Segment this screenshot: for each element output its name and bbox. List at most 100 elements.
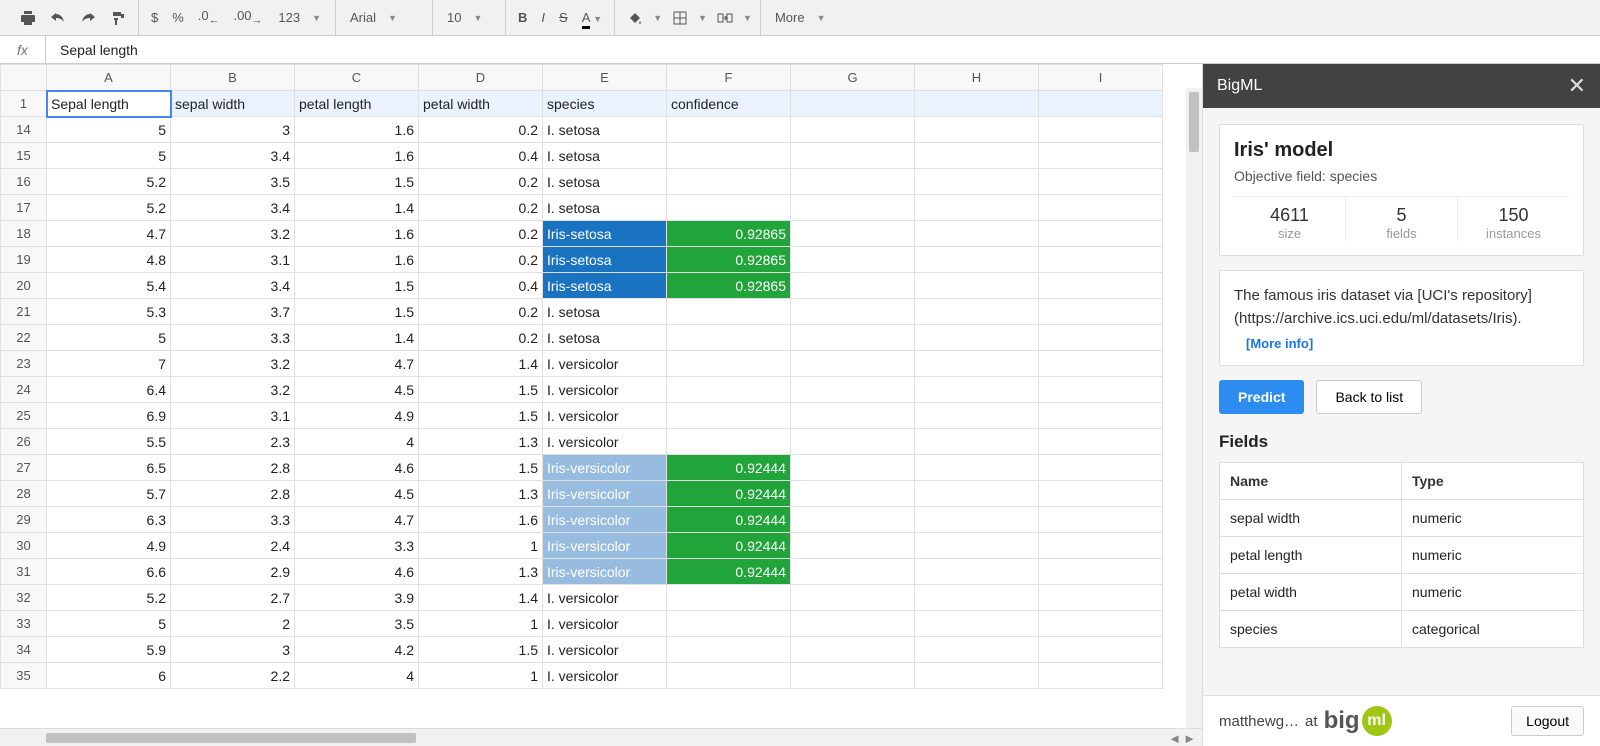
fill-color-icon[interactable] bbox=[623, 6, 647, 30]
row-header[interactable]: 14 bbox=[1, 117, 47, 143]
cell[interactable]: 0.2 bbox=[419, 325, 543, 351]
cell[interactable] bbox=[1039, 117, 1163, 143]
cell[interactable] bbox=[1039, 533, 1163, 559]
italic-button[interactable]: I bbox=[537, 10, 549, 25]
cell[interactable]: 2.2 bbox=[171, 663, 295, 689]
cell[interactable] bbox=[667, 585, 791, 611]
cell[interactable]: 2.9 bbox=[171, 559, 295, 585]
cell[interactable]: 1 bbox=[419, 533, 543, 559]
cell[interactable]: 0.92865 bbox=[667, 221, 791, 247]
cell[interactable]: 5.2 bbox=[47, 585, 171, 611]
row-header[interactable]: 20 bbox=[1, 273, 47, 299]
print-icon[interactable] bbox=[16, 6, 40, 30]
row-header[interactable]: 35 bbox=[1, 663, 47, 689]
row-header[interactable]: 1 bbox=[1, 91, 47, 117]
cell[interactable] bbox=[915, 195, 1039, 221]
column-header[interactable]: C bbox=[295, 65, 419, 91]
column-header[interactable]: F bbox=[667, 65, 791, 91]
back-to-list-button[interactable]: Back to list bbox=[1316, 380, 1422, 414]
percent-format[interactable]: % bbox=[168, 10, 188, 25]
row-header[interactable]: 32 bbox=[1, 585, 47, 611]
cell[interactable] bbox=[915, 299, 1039, 325]
cell[interactable]: 3.3 bbox=[295, 533, 419, 559]
cell[interactable]: 3.1 bbox=[171, 403, 295, 429]
cell[interactable] bbox=[791, 351, 915, 377]
cell[interactable] bbox=[1039, 221, 1163, 247]
cell[interactable]: 1.5 bbox=[295, 169, 419, 195]
cell[interactable] bbox=[915, 507, 1039, 533]
cell[interactable] bbox=[1039, 273, 1163, 299]
cell[interactable] bbox=[791, 377, 915, 403]
cell[interactable]: 6.6 bbox=[47, 559, 171, 585]
cell[interactable] bbox=[915, 143, 1039, 169]
cell[interactable]: 5 bbox=[47, 143, 171, 169]
cell[interactable] bbox=[667, 611, 791, 637]
cell[interactable]: 6.4 bbox=[47, 377, 171, 403]
cell[interactable]: 5 bbox=[47, 117, 171, 143]
cell[interactable]: 4.5 bbox=[295, 377, 419, 403]
cell[interactable]: 0.4 bbox=[419, 143, 543, 169]
cell[interactable]: 1.5 bbox=[419, 403, 543, 429]
merge-cells-icon[interactable] bbox=[713, 6, 737, 30]
cell[interactable]: 5.4 bbox=[47, 273, 171, 299]
cell[interactable] bbox=[791, 455, 915, 481]
row-header[interactable]: 25 bbox=[1, 403, 47, 429]
cell[interactable]: I. versicolor bbox=[543, 351, 667, 377]
cell[interactable] bbox=[1039, 663, 1163, 689]
cell[interactable] bbox=[667, 637, 791, 663]
cell[interactable]: 4.9 bbox=[47, 533, 171, 559]
cell[interactable] bbox=[791, 299, 915, 325]
cell[interactable]: 0.2 bbox=[419, 195, 543, 221]
cell[interactable] bbox=[791, 273, 915, 299]
cell[interactable]: Iris-versicolor bbox=[543, 559, 667, 585]
cell[interactable] bbox=[667, 663, 791, 689]
cell[interactable]: I. versicolor bbox=[543, 637, 667, 663]
cell[interactable] bbox=[915, 247, 1039, 273]
cell[interactable] bbox=[915, 611, 1039, 637]
cell[interactable] bbox=[791, 325, 915, 351]
cell[interactable] bbox=[1039, 143, 1163, 169]
cell[interactable]: Iris-versicolor bbox=[543, 507, 667, 533]
cell[interactable]: 1.5 bbox=[295, 273, 419, 299]
cell[interactable]: 3.4 bbox=[171, 273, 295, 299]
currency-format[interactable]: $ bbox=[147, 10, 162, 25]
cell[interactable]: 1.5 bbox=[295, 299, 419, 325]
cell[interactable] bbox=[1039, 377, 1163, 403]
decrease-decimal[interactable]: .0← bbox=[194, 8, 224, 27]
vertical-scrollbar[interactable] bbox=[1186, 88, 1202, 728]
cell[interactable] bbox=[915, 221, 1039, 247]
cell[interactable]: 1.3 bbox=[419, 481, 543, 507]
cell[interactable]: 5.2 bbox=[47, 169, 171, 195]
header-cell[interactable]: Sepal length bbox=[47, 91, 171, 117]
cell[interactable] bbox=[1039, 169, 1163, 195]
cell[interactable]: 0.4 bbox=[419, 273, 543, 299]
cell[interactable]: 3.3 bbox=[171, 325, 295, 351]
cell[interactable]: 0.2 bbox=[419, 299, 543, 325]
row-header[interactable]: 29 bbox=[1, 507, 47, 533]
cell[interactable] bbox=[1039, 585, 1163, 611]
cell[interactable]: 1.5 bbox=[419, 455, 543, 481]
cell[interactable]: 2.4 bbox=[171, 533, 295, 559]
cell[interactable] bbox=[667, 169, 791, 195]
cell[interactable]: 5.2 bbox=[47, 195, 171, 221]
cell[interactable] bbox=[1039, 559, 1163, 585]
undo-icon[interactable] bbox=[46, 6, 70, 30]
cell[interactable] bbox=[791, 143, 915, 169]
cell[interactable]: I. versicolor bbox=[543, 429, 667, 455]
cell[interactable] bbox=[791, 195, 915, 221]
cell[interactable]: 3.4 bbox=[171, 195, 295, 221]
header-cell[interactable]: petal length bbox=[295, 91, 419, 117]
cell[interactable]: 3.2 bbox=[171, 221, 295, 247]
row-header[interactable]: 27 bbox=[1, 455, 47, 481]
cell[interactable] bbox=[1039, 247, 1163, 273]
row-header[interactable]: 30 bbox=[1, 533, 47, 559]
cell[interactable]: 2.8 bbox=[171, 455, 295, 481]
cell[interactable] bbox=[1039, 429, 1163, 455]
horizontal-scrollbar[interactable]: ◄ ► bbox=[0, 728, 1202, 746]
cell[interactable]: I. setosa bbox=[543, 143, 667, 169]
cell[interactable] bbox=[667, 117, 791, 143]
header-cell[interactable] bbox=[1039, 91, 1163, 117]
more-dropdown[interactable]: More▼ bbox=[769, 10, 832, 25]
cell[interactable]: 4.7 bbox=[295, 507, 419, 533]
cell[interactable]: 3.4 bbox=[171, 143, 295, 169]
